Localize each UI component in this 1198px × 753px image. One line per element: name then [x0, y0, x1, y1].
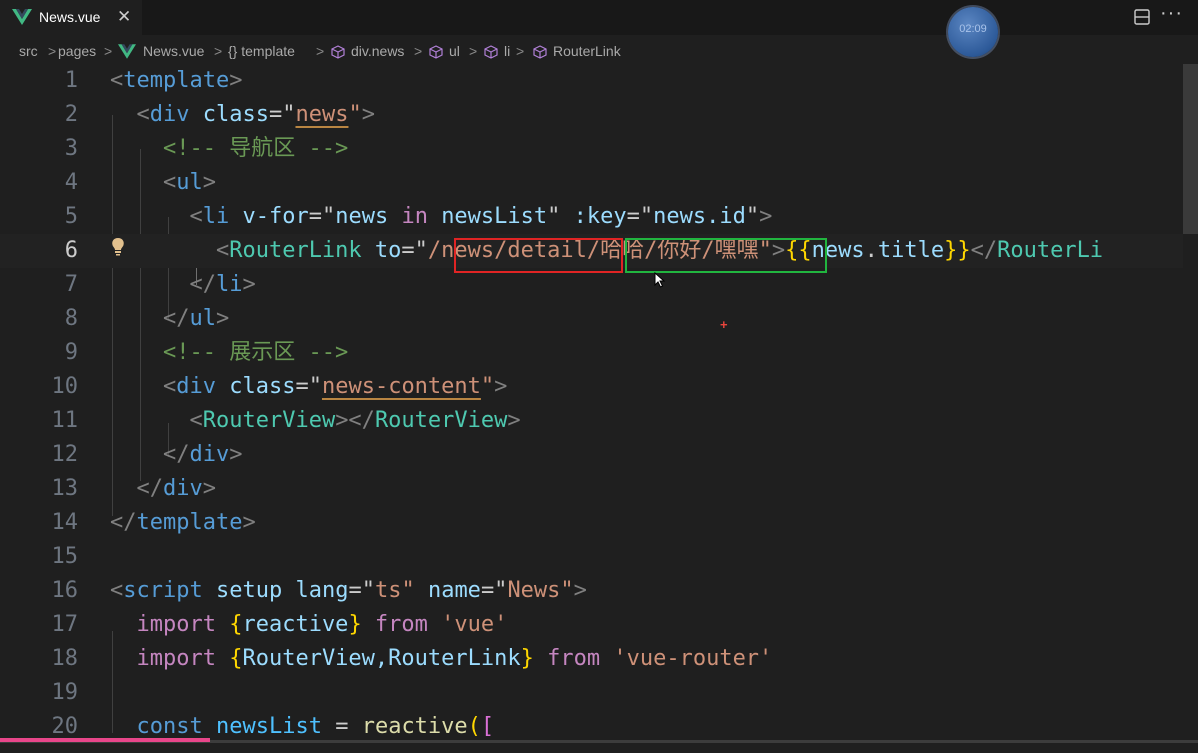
- line-number: 2: [64, 102, 78, 127]
- line-number: 17: [51, 612, 79, 637]
- code-text: </ul>: [162, 306, 230, 331]
- breadcrumb-separator: >: [516, 43, 525, 59]
- code-text: </li>: [189, 272, 256, 297]
- breadcrumb-div-news[interactable]: div.news: [351, 43, 404, 59]
- code-line: 19: [0, 676, 1198, 710]
- vue-icon: [12, 9, 32, 25]
- cube-icon: [484, 45, 498, 59]
- line-number: 11: [51, 408, 79, 433]
- code-text: import {reactive} from 'vue': [136, 612, 508, 637]
- breadcrumb-separator: >: [48, 43, 57, 59]
- code-line: 11 <RouterView></RouterView>: [0, 404, 1198, 438]
- code-line: 2 <div class="news">: [0, 98, 1198, 132]
- code-text: <li v-for="news in newsList" :key="news.…: [189, 204, 773, 229]
- line-number: 1: [64, 68, 78, 93]
- line-number: 13: [51, 476, 79, 501]
- annotation-red-box: [454, 238, 623, 273]
- breadcrumb-src[interactable]: src: [19, 43, 38, 59]
- line-number: 15: [51, 544, 79, 569]
- code-line: 9 <!-- 展示区 -->: [0, 336, 1198, 370]
- line-number: 18: [51, 646, 79, 671]
- code-text: <!-- 导航区 -->: [162, 136, 349, 161]
- code-line: 18 import {RouterView,RouterLink} from '…: [0, 642, 1198, 676]
- line-number: 19: [51, 680, 79, 705]
- code-text: <template>: [110, 68, 243, 93]
- line-number: 12: [51, 442, 79, 467]
- code-text: <!-- 展示区 -->: [162, 340, 349, 365]
- code-line: 12 </div>: [0, 438, 1198, 472]
- recording-timer: 02:09: [948, 7, 998, 57]
- code-text: <RouterView></RouterView>: [189, 408, 521, 433]
- code-line: 16 <script setup lang="ts" name="News">: [0, 574, 1198, 608]
- close-icon[interactable]: ✕: [117, 7, 131, 27]
- cube-icon: [331, 45, 345, 59]
- code-line: 1 <template>: [0, 64, 1198, 98]
- breadcrumb-separator: >: [469, 43, 478, 59]
- line-number: 5: [64, 204, 78, 229]
- breadcrumb-separator: >: [414, 43, 423, 59]
- line-number: 7: [64, 272, 78, 297]
- code-line: 5 <li v-for="news in newsList" :key="new…: [0, 200, 1198, 234]
- line-number: 3: [64, 136, 78, 161]
- code-text: <div class="news-content">: [162, 374, 508, 399]
- breadcrumb-pages[interactable]: pages: [58, 43, 96, 59]
- line-number: 9: [64, 340, 78, 365]
- line-number: 10: [51, 374, 79, 399]
- breadcrumb-routerlink[interactable]: RouterLink: [553, 43, 621, 59]
- lightbulb-icon[interactable]: [110, 237, 126, 257]
- more-actions-icon[interactable]: ···: [1160, 2, 1183, 25]
- tab-label: News.vue: [39, 9, 101, 25]
- code-line: 4 <ul>: [0, 166, 1198, 200]
- cube-icon: [533, 45, 547, 59]
- breadcrumb-file[interactable]: News.vue: [143, 43, 204, 59]
- annotation-green-box: [625, 238, 827, 273]
- progress-bar: [0, 738, 210, 742]
- breadcrumb-separator: >: [316, 43, 325, 59]
- split-editor-icon[interactable]: [1133, 8, 1151, 26]
- breadcrumb-ul[interactable]: ul: [449, 43, 460, 59]
- code-text: <script setup lang="ts" name="News">: [110, 578, 587, 603]
- code-line: 14 </template>: [0, 506, 1198, 540]
- line-number: 16: [51, 578, 79, 603]
- code-line: 7 </li>: [0, 268, 1198, 302]
- breadcrumb-li[interactable]: li: [504, 43, 510, 59]
- scrollbar-thumb[interactable]: [1183, 64, 1198, 234]
- red-marker: +: [720, 317, 728, 332]
- code-text: import {RouterView,RouterLink} from 'vue…: [136, 646, 773, 671]
- code-line: 8 </ul>: [0, 302, 1198, 336]
- breadcrumb-template[interactable]: {} template: [228, 43, 295, 59]
- code-text: </template>: [110, 510, 256, 535]
- line-number: 14: [51, 510, 79, 535]
- timer-value: 02:09: [959, 23, 987, 35]
- tab-bar: News.vue ✕ ···: [0, 0, 1198, 35]
- code-text: </div>: [162, 442, 243, 467]
- code-line: 13 </div>: [0, 472, 1198, 506]
- cube-icon: [429, 45, 443, 59]
- code-line: 17 import {reactive} from 'vue': [0, 608, 1198, 642]
- vue-icon: [118, 44, 136, 59]
- code-text: <ul>: [162, 170, 216, 195]
- mouse-cursor-icon: [654, 272, 666, 288]
- code-editor[interactable]: 1 <template> 2 <div class="news"> 3 <!-- …: [0, 64, 1198, 753]
- breadcrumb-separator: >: [104, 43, 113, 59]
- code-text: <div class="news">: [136, 102, 375, 127]
- line-number: 8: [64, 306, 78, 331]
- code-text: </div>: [136, 476, 217, 501]
- tab-news-vue[interactable]: News.vue ✕: [0, 0, 142, 35]
- code-line: 3 <!-- 导航区 -->: [0, 132, 1198, 166]
- breadcrumb: src > pages > News.vue > {} template > d…: [0, 35, 1198, 67]
- code-line: 10 <div class="news-content">: [0, 370, 1198, 404]
- line-number: 6: [64, 238, 78, 263]
- line-number: 4: [64, 170, 78, 195]
- breadcrumb-separator: >: [214, 43, 223, 59]
- code-line: 15: [0, 540, 1198, 574]
